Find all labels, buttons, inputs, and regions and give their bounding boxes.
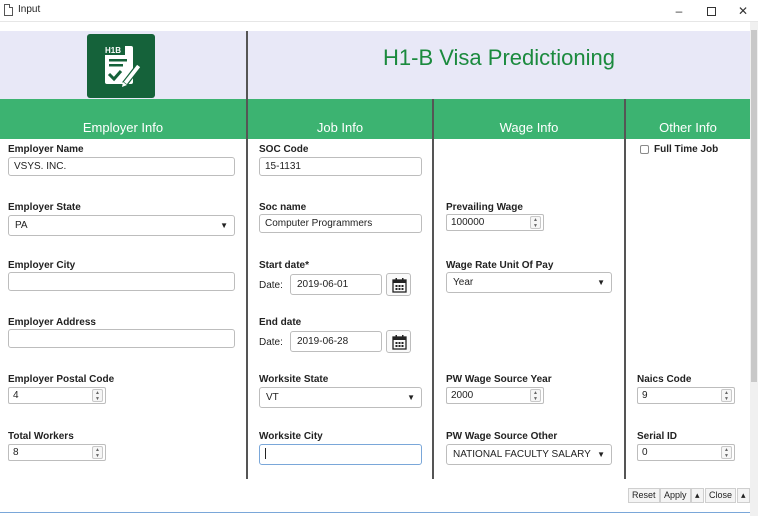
total-workers-stepper[interactable]: 8 ▲ ▼ xyxy=(8,444,106,461)
soc-code-label: SOC Code xyxy=(259,144,309,155)
column-divider xyxy=(624,99,626,479)
pw-source-other-select[interactable]: NATIONAL FACULTY SALARY ▼ xyxy=(446,444,612,465)
expand-up-button[interactable]: ▴ xyxy=(737,488,750,503)
section-header-bar: Employer Info Job Info Wage Info Other I… xyxy=(0,99,750,139)
start-date-prefix: Date: xyxy=(259,280,283,291)
soc-name-input[interactable]: Computer Programmers xyxy=(259,214,422,233)
employer-postal-code-label: Employer Postal Code xyxy=(8,374,115,385)
employer-name-input[interactable]: VSYS. INC. xyxy=(8,157,235,176)
spinner-arrows-icon[interactable]: ▲ ▼ xyxy=(92,446,103,459)
naics-code-value: 9 xyxy=(642,390,648,401)
section-employer-info: Employer Info xyxy=(82,120,164,135)
worksite-city-input[interactable] xyxy=(259,444,422,465)
prevailing-wage-value: 100000 xyxy=(451,217,485,228)
employer-city-input[interactable] xyxy=(8,272,235,291)
reset-button[interactable]: Reset xyxy=(628,488,660,503)
spinner-arrows-icon[interactable]: ▲ ▼ xyxy=(92,389,103,402)
employer-state-label: Employer State xyxy=(8,202,81,213)
h1b-form-pen-icon: H1B xyxy=(103,44,142,87)
section-other-info: Other Info xyxy=(659,120,717,135)
soc-name-label: Soc name xyxy=(259,202,307,213)
worksite-state-value: VT xyxy=(266,392,279,403)
app-header: H1B H1-B Visa Predictioning xyxy=(0,31,750,99)
scrollbar-thumb[interactable] xyxy=(751,30,757,382)
soc-code-input[interactable]: 15-1131 xyxy=(259,157,422,176)
section-wage-info: Wage Info xyxy=(499,120,559,135)
pw-source-year-value: 2000 xyxy=(451,390,474,401)
chevron-down-icon: ▼ xyxy=(407,393,415,402)
close-button[interactable]: Close xyxy=(705,488,737,503)
full-time-job-label: Full Time Job xyxy=(654,144,719,155)
serial-id-stepper[interactable]: 0 ▲ ▼ xyxy=(637,444,735,461)
spinner-arrows-icon[interactable]: ▲ ▼ xyxy=(721,446,732,459)
vertical-scrollbar[interactable] xyxy=(750,22,758,516)
employer-city-label: Employer City xyxy=(8,260,76,271)
pw-source-other-label: PW Wage Source Other xyxy=(446,431,558,442)
minimize-button[interactable]: – xyxy=(666,2,692,20)
close-window-button[interactable]: ✕ xyxy=(730,2,756,20)
logo-text: H1B xyxy=(105,46,121,55)
total-workers-value: 8 xyxy=(13,447,19,458)
pw-source-other-value: NATIONAL FACULTY SALARY xyxy=(453,449,591,460)
spinner-arrows-icon[interactable]: ▲ ▼ xyxy=(530,216,541,229)
wage-unit-select[interactable]: Year ▼ xyxy=(446,272,612,293)
chevron-down-icon: ▼ xyxy=(597,450,605,459)
end-date-input[interactable]: 2019-06-28 xyxy=(290,331,382,352)
maximize-icon xyxy=(706,7,716,17)
window-titlebar: Input – ✕ xyxy=(0,0,758,22)
prevailing-wage-label: Prevailing Wage xyxy=(446,202,523,213)
maximize-button[interactable] xyxy=(698,2,724,20)
wage-unit-value: Year xyxy=(453,277,474,288)
full-time-job-checkbox[interactable] xyxy=(640,145,649,154)
calendar-icon xyxy=(392,278,407,293)
start-date-label: Start date* xyxy=(259,260,310,271)
employer-postal-code-stepper[interactable]: 4 ▲ ▼ xyxy=(8,387,106,404)
pw-source-year-label: PW Wage Source Year xyxy=(446,374,552,385)
naics-code-stepper[interactable]: 9 ▲ ▼ xyxy=(637,387,735,404)
app-logo: H1B xyxy=(87,34,155,98)
section-job-info: Job Info xyxy=(316,120,364,135)
total-workers-label: Total Workers xyxy=(8,431,74,442)
serial-id-value: 0 xyxy=(642,447,648,458)
spinner-arrows-icon[interactable]: ▲ ▼ xyxy=(530,389,541,402)
chevron-down-icon: ▼ xyxy=(597,278,605,287)
text-caret xyxy=(265,447,266,459)
employer-address-label: Employer Address xyxy=(8,317,96,328)
end-date-calendar-button[interactable] xyxy=(386,330,411,353)
worksite-state-select[interactable]: VT ▼ xyxy=(259,387,422,408)
chevron-down-icon: ▼ xyxy=(220,221,228,230)
spinner-arrows-icon[interactable]: ▲ ▼ xyxy=(721,389,732,402)
employer-state-value: PA xyxy=(15,220,28,231)
end-date-prefix: Date: xyxy=(259,337,283,348)
worksite-state-label: Worksite State xyxy=(259,374,329,385)
wage-unit-label: Wage Rate Unit Of Pay xyxy=(446,260,554,271)
window-title: Input xyxy=(18,4,41,15)
column-divider xyxy=(432,99,434,479)
bottom-border xyxy=(0,512,750,513)
naics-code-label: Naics Code xyxy=(637,374,692,385)
prevailing-wage-stepper[interactable]: 100000 ▲ ▼ xyxy=(446,214,544,231)
column-divider xyxy=(246,99,248,479)
employer-address-input[interactable] xyxy=(8,329,235,348)
employer-name-label: Employer Name xyxy=(8,144,84,155)
worksite-city-label: Worksite City xyxy=(259,431,323,442)
start-date-input[interactable]: 2019-06-01 xyxy=(290,274,382,295)
employer-postal-code-value: 4 xyxy=(13,390,19,401)
collapse-up-button[interactable]: ▴ xyxy=(691,488,704,503)
document-icon xyxy=(4,4,13,16)
employer-state-select[interactable]: PA ▼ xyxy=(8,215,235,236)
apply-button[interactable]: Apply xyxy=(660,488,691,503)
app-title: H1-B Visa Predictioning xyxy=(383,45,615,70)
serial-id-label: Serial ID xyxy=(637,431,678,442)
calendar-icon xyxy=(392,335,407,350)
start-date-calendar-button[interactable] xyxy=(386,273,411,296)
end-date-label: End date xyxy=(259,317,302,328)
pw-source-year-stepper[interactable]: 2000 ▲ ▼ xyxy=(446,387,544,404)
